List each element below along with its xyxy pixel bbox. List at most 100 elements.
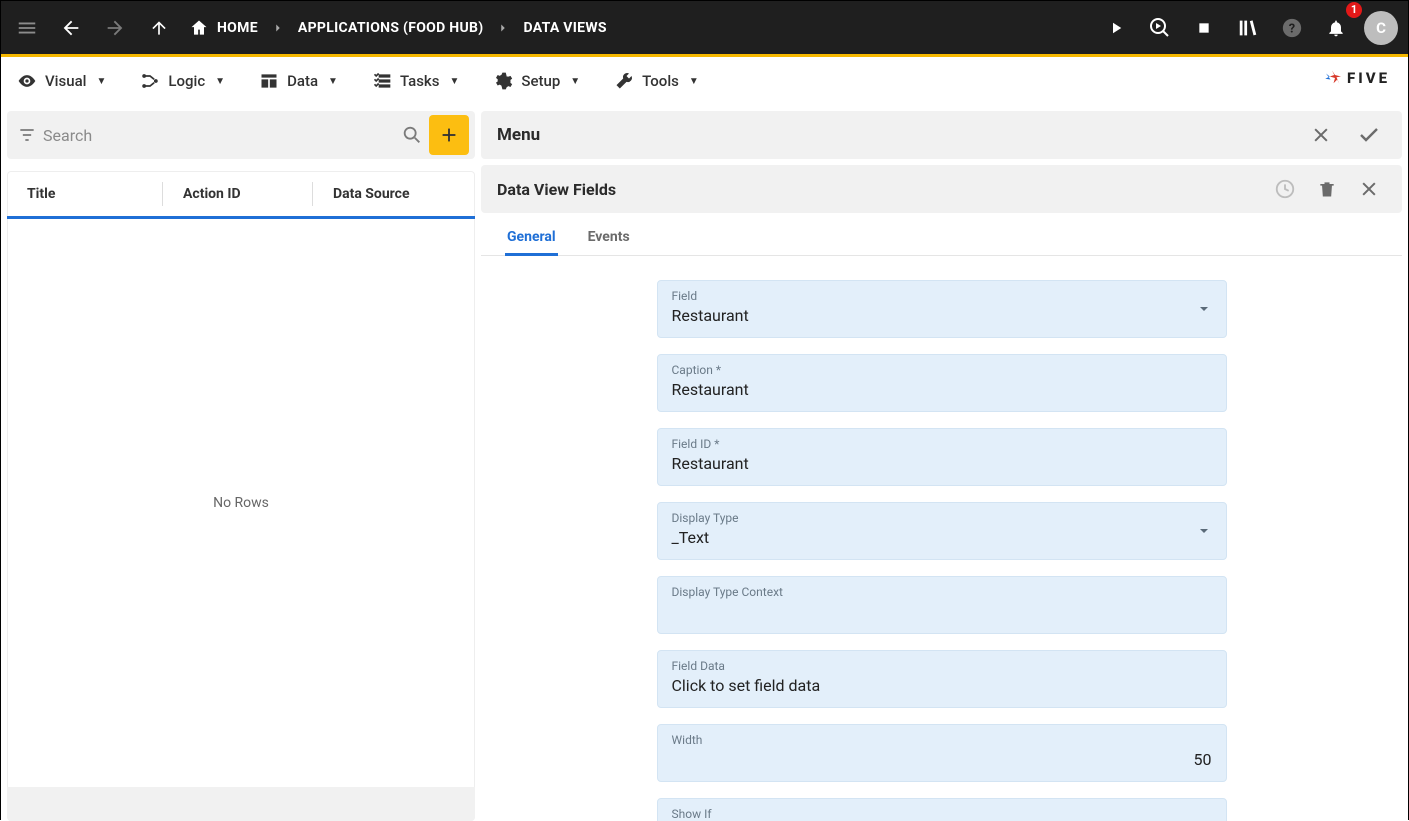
field-label: Display Type Context (672, 585, 1212, 599)
nav-up-button[interactable] (137, 6, 181, 50)
top-bar: HOME APPLICATIONS (FOOD HUB) DATA VIEWS … (1, 1, 1408, 54)
five-logo-icon (1323, 69, 1341, 87)
user-avatar[interactable]: C (1364, 11, 1398, 45)
field-value: Restaurant (672, 454, 1212, 473)
help-icon: ? (1281, 17, 1303, 39)
magnifier-play-icon (1148, 16, 1172, 40)
tab-events[interactable]: Events (586, 223, 632, 255)
notifications-button[interactable]: 1 (1314, 6, 1358, 50)
stop-button[interactable] (1182, 6, 1226, 50)
field-label: Field ID * (672, 437, 1212, 451)
breadcrumb-label: APPLICATIONS (FOOD HUB) (298, 20, 484, 36)
books-icon (1237, 17, 1259, 39)
breadcrumb-label: HOME (217, 20, 258, 36)
history-button[interactable] (1264, 168, 1306, 210)
chevron-right-icon (491, 21, 515, 35)
field-caption[interactable]: Caption * Restaurant (657, 354, 1227, 412)
chevron-down-icon: ▼ (449, 76, 459, 87)
form: Field Restaurant Caption * Restaurant Fi… (657, 280, 1227, 821)
left-panel: Title Action ID Data Source No Rows (7, 111, 475, 821)
help-button[interactable]: ? (1270, 6, 1314, 50)
menu-label: Data (287, 72, 318, 90)
search-input[interactable] (43, 126, 395, 145)
check-icon (1357, 123, 1381, 147)
field-show-if[interactable]: Show If (657, 798, 1227, 821)
field-field-data[interactable]: Field Data Click to set field data (657, 650, 1227, 708)
breadcrumb-label: DATA VIEWS (523, 20, 606, 36)
menu-label: Tasks (400, 72, 440, 90)
menu-label: Setup (521, 72, 560, 90)
chevron-down-icon: ▼ (215, 76, 225, 87)
brand-logo: FIVE (1323, 69, 1390, 87)
inspect-button[interactable] (1138, 6, 1182, 50)
nav-back-button[interactable] (49, 6, 93, 50)
grid-footer (7, 787, 475, 821)
chevron-right-icon (266, 21, 290, 35)
chevron-down-icon: ▼ (328, 76, 338, 87)
right-panel: Menu Data View Fields General Events Fie… (481, 111, 1402, 821)
field-field-id[interactable]: Field ID * Restaurant (657, 428, 1227, 486)
menu-data[interactable]: Data ▼ (259, 71, 338, 91)
confirm-panel-button[interactable] (1348, 114, 1390, 156)
field-value: Click to set field data (672, 676, 1212, 695)
home-icon (189, 18, 209, 38)
filter-icon[interactable] (17, 125, 37, 145)
add-button[interactable] (429, 115, 469, 155)
field-display-type-context[interactable]: Display Type Context (657, 576, 1227, 634)
arrow-up-icon (149, 18, 169, 38)
form-scroll-region[interactable]: Field Restaurant Caption * Restaurant Fi… (481, 256, 1402, 821)
workspace: Title Action ID Data Source No Rows Menu… (1, 105, 1408, 821)
field-value: _Text (672, 528, 1212, 547)
field-field-dropdown[interactable]: Field Restaurant (657, 280, 1227, 338)
chevron-down-icon (1196, 301, 1212, 317)
col-data-source[interactable]: Data Source (312, 182, 475, 206)
play-icon (1107, 19, 1125, 37)
field-display-type-dropdown[interactable]: Display Type _Text (657, 502, 1227, 560)
chevron-down-icon (1196, 523, 1212, 539)
grid-empty-message: No Rows (7, 219, 475, 787)
close-sub-button[interactable] (1348, 168, 1390, 210)
close-panel-button[interactable] (1300, 114, 1342, 156)
close-icon (1359, 179, 1379, 199)
field-label: Field Data (672, 659, 1212, 673)
tab-general[interactable]: General (505, 223, 558, 255)
menu-visual[interactable]: Visual ▼ (17, 71, 106, 91)
run-button[interactable] (1094, 6, 1138, 50)
breadcrumb-dataviews[interactable]: DATA VIEWS (515, 20, 614, 36)
eye-icon (17, 71, 37, 91)
chevron-down-icon: ▼ (570, 76, 580, 87)
gear-icon (493, 71, 513, 91)
menu-logic[interactable]: Logic ▼ (140, 71, 225, 91)
col-action-id[interactable]: Action ID (162, 182, 312, 206)
notification-badge: 1 (1346, 2, 1362, 18)
breadcrumb-applications[interactable]: APPLICATIONS (FOOD HUB) (290, 20, 492, 36)
data-grid: Title Action ID Data Source No Rows (7, 171, 475, 821)
delete-button[interactable] (1306, 168, 1348, 210)
breadcrumb-home[interactable]: HOME (181, 18, 266, 38)
branch-icon (140, 71, 160, 91)
field-value: Restaurant (672, 306, 1212, 325)
menu-setup[interactable]: Setup ▼ (493, 71, 580, 91)
col-title[interactable]: Title (7, 182, 162, 206)
search-icon[interactable] (401, 124, 423, 146)
close-icon (1311, 125, 1331, 145)
nav-forward-button (93, 6, 137, 50)
menu-tasks[interactable]: Tasks ▼ (372, 71, 459, 91)
svg-text:?: ? (1289, 21, 1295, 36)
hamburger-menu-button[interactable] (5, 6, 49, 50)
sub-panel-header: Data View Fields (481, 165, 1402, 213)
chevron-down-icon: ▼ (689, 76, 699, 87)
menu-icon (16, 17, 38, 39)
field-value: Restaurant (672, 380, 1212, 399)
chevron-down-icon: ▼ (96, 76, 106, 87)
menu-tools[interactable]: Tools▼ (614, 71, 699, 91)
menu-label: Visual (45, 72, 86, 90)
library-button[interactable] (1226, 6, 1270, 50)
menu-label: Logic (168, 72, 205, 90)
field-label: Show If (672, 807, 1212, 821)
field-width[interactable]: Width 50 (657, 724, 1227, 782)
tab-strip: General Events (481, 213, 1402, 256)
field-label: Field (672, 289, 1212, 303)
stop-icon (1196, 20, 1212, 36)
checklist-icon (372, 71, 392, 91)
